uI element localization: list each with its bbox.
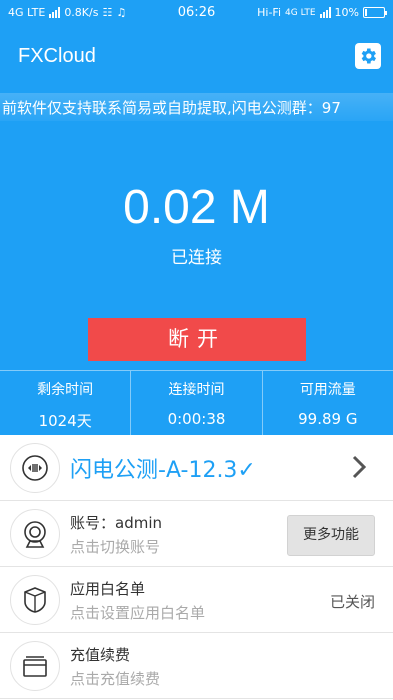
- server-name: 闪电公测-A-12.3✓: [70, 458, 256, 483]
- server-icon: [10, 443, 60, 493]
- hero-panel: 4G LTE 0.8K/s ☷ ♫ 06:26 Hi-Fi 4G LTE 10%…: [0, 0, 393, 435]
- app-title: FXCloud: [18, 45, 96, 67]
- server-row[interactable]: 闪电公测-A-12.3✓: [0, 435, 393, 501]
- battery-level: [365, 9, 367, 16]
- whitelist-title: 应用白名单: [70, 580, 146, 598]
- more-features-button[interactable]: 更多功能: [287, 515, 375, 556]
- recharge-subtitle: 点击充值续费: [70, 670, 161, 688]
- menu-list: 闪电公测-A-12.3✓ 账号：admin 点击切换账号 应用白名单 点击设置应…: [0, 435, 393, 699]
- battery-icon: [363, 7, 387, 18]
- gear-icon: [361, 48, 376, 64]
- wifi-label: Hi-Fi: [257, 6, 282, 19]
- recharge-row[interactable]: 充值续费 点击充值续费: [0, 633, 393, 699]
- signal-icon-right: [319, 7, 331, 18]
- disconnect-button[interactable]: 断开: [88, 318, 306, 361]
- notice-marquee: 前软件仅支持联系简易或自助提取,闪电公测群：97: [0, 93, 393, 121]
- account-subtitle: 点击切换账号: [70, 538, 161, 556]
- app-bar: FXCloud: [0, 36, 393, 80]
- chevron-right-icon: [351, 455, 367, 483]
- stat-label: 剩余时间: [37, 382, 94, 398]
- status-bar: 4G LTE 0.8K/s ☷ ♫ 06:26 Hi-Fi 4G LTE 10%: [0, 0, 393, 26]
- recharge-title: 充值续费: [70, 646, 131, 664]
- stat-value: 99.89 G: [298, 410, 358, 428]
- stat-label: 连接时间: [168, 382, 225, 398]
- battery-percent: 10%: [334, 6, 359, 19]
- camera-icon: [10, 509, 60, 559]
- settings-button[interactable]: [355, 43, 381, 69]
- network-type-right: 4G LTE: [285, 7, 316, 18]
- whitelist-row[interactable]: 应用白名单 点击设置应用白名单 已关闭: [0, 567, 393, 633]
- wallet-icon: [10, 641, 60, 691]
- stat-value: 0:00:38: [167, 410, 226, 428]
- whitelist-subtitle: 点击设置应用白名单: [70, 604, 206, 622]
- speed-value: 0.02 M: [123, 181, 270, 234]
- stat-remaining-time: 剩余时间 1024天: [0, 371, 132, 435]
- shield-icon: [10, 575, 60, 625]
- notice-text: 前软件仅支持联系简易或自助提取,闪电公测群：97: [2, 99, 341, 117]
- stat-label: 可用流量: [299, 382, 356, 398]
- whitelist-status: 已关闭: [329, 593, 375, 611]
- stats-bar: 剩余时间 1024天 连接时间 0:00:38 可用流量 99.89 G: [0, 370, 393, 435]
- stat-value: 1024天: [38, 412, 92, 430]
- connection-status: 已连接: [171, 248, 222, 268]
- stat-connection-time: 连接时间 0:00:38: [131, 371, 263, 435]
- stat-available-traffic: 可用流量 99.89 G: [263, 371, 393, 435]
- account-title: 账号：admin: [70, 514, 162, 532]
